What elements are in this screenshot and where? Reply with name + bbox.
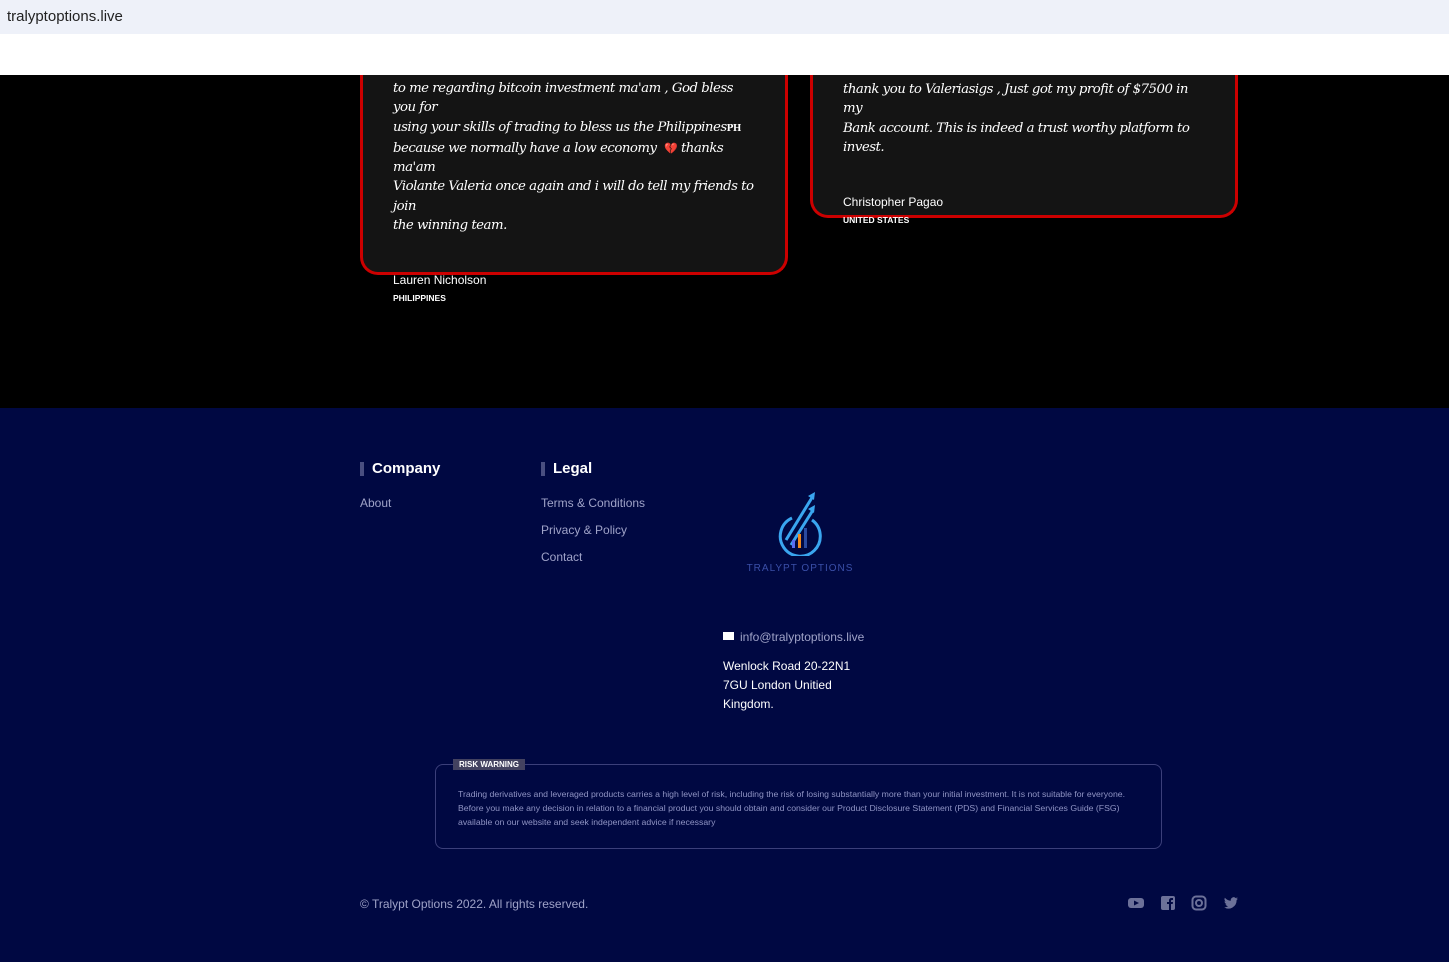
envelope-icon (723, 632, 734, 640)
testimonial-quote: thank you to Valeriasigs , Just got my p… (843, 82, 1190, 155)
logo[interactable]: TRALYPT OPTIONS (740, 490, 860, 575)
risk-warning-label: RISK WARNING (453, 759, 525, 770)
testimonial-card: thank you to Valeriasigs , Just got my p… (810, 60, 1238, 225)
youtube-icon[interactable] (1128, 895, 1144, 911)
contact-email[interactable]: info@tralyptoptions.live (723, 630, 864, 644)
testimonial-name: Lauren Nicholson (393, 273, 487, 288)
testimonial-card: to me regarding bitcoin investment ma'am… (360, 60, 788, 303)
facebook-icon[interactable] (1160, 895, 1176, 911)
copyright: © Tralypt Options 2022. All rights reser… (360, 897, 589, 911)
link-about[interactable]: About (360, 496, 391, 510)
legal-heading: Legal (541, 461, 592, 476)
logo-text: TRALYPT OPTIONS (746, 563, 854, 574)
twitter-icon[interactable] (1223, 895, 1239, 911)
testimonial-name: Christopher Pagao (843, 195, 944, 210)
instagram-icon[interactable] (1191, 895, 1207, 911)
risk-warning-box: RISK WARNING Trading derivatives and lev… (435, 759, 1162, 849)
address-bar[interactable]: tralyptoptions.live (0, 0, 1449, 34)
testimonial-country: UNITED STATES (843, 215, 910, 226)
link-privacy[interactable]: Privacy & Policy (541, 523, 627, 537)
logo-icon (778, 492, 822, 558)
testimonial-country: PHILIPPINES (393, 293, 446, 304)
company-heading: Company (360, 461, 440, 476)
link-contact[interactable]: Contact (541, 550, 582, 564)
address: Wenlock Road 20-22N1 7GU London Unitied … (723, 659, 851, 711)
url-text: tralyptoptions.live (7, 8, 123, 25)
link-terms[interactable]: Terms & Conditions (541, 496, 645, 510)
testimonial-quote: to me regarding bitcoin investment ma'am… (393, 81, 754, 234)
risk-warning-text: Trading derivatives and leveraged produc… (458, 789, 1126, 827)
page-header-bar (0, 34, 1449, 75)
